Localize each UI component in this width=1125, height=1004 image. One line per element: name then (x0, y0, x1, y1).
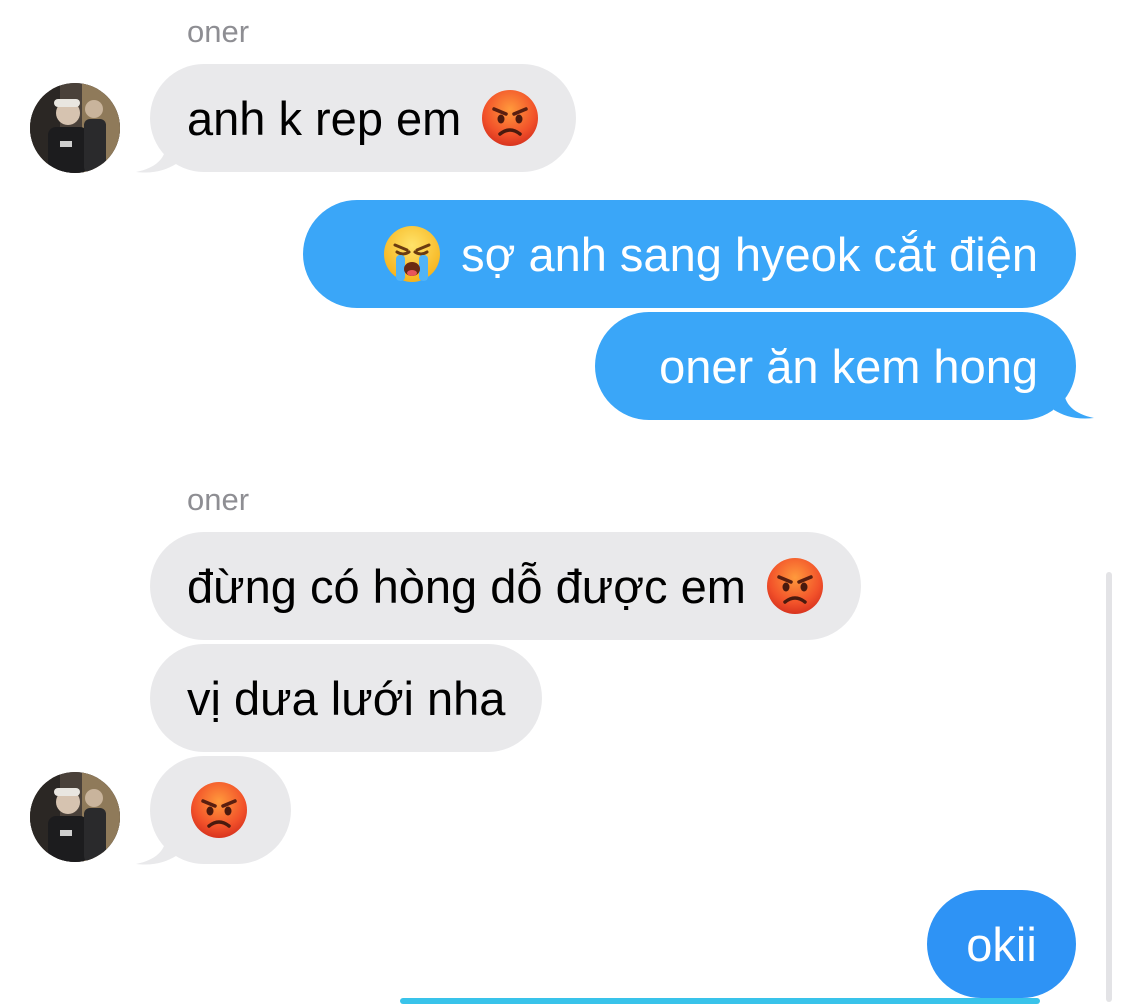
message-text: đừng có hòng dỗ được em (187, 559, 746, 613)
message-bubble-incoming[interactable]: vị dưa lưới nha (150, 644, 543, 752)
message-text: sợ anh sang hyeok cắt điện (461, 227, 1038, 281)
scrollbar[interactable] (1106, 572, 1112, 1002)
pouting-face-icon (190, 781, 248, 839)
message-text: oner ăn kem hong (659, 339, 1038, 393)
avatar[interactable] (30, 83, 120, 173)
message-text: anh k rep em (187, 91, 462, 145)
pouting-face-icon (481, 89, 539, 147)
avatar[interactable] (30, 772, 120, 862)
sender-name: oner (187, 14, 250, 49)
message-bubble-incoming[interactable]: đừng có hòng dỗ được em (150, 532, 861, 640)
next-message-bubble-edge (400, 998, 1040, 1004)
bubble-tail (136, 144, 176, 173)
message-bubble-outgoing[interactable]: oner ăn kem hong (595, 312, 1076, 420)
message-text: vị dưa lưới nha (187, 671, 506, 725)
sender-name: oner (187, 482, 250, 517)
avatar-photo-icon (30, 772, 120, 862)
message-text: okii (966, 917, 1037, 971)
bubble-tail (136, 836, 176, 865)
avatar-photo-icon (30, 83, 120, 173)
message-bubble-outgoing[interactable]: sợ anh sang hyeok cắt điện (303, 200, 1076, 308)
message-bubble-outgoing[interactable]: okii (927, 890, 1076, 998)
pouting-face-icon (766, 557, 824, 615)
bubble-tail (1054, 390, 1094, 419)
loudly-crying-face-icon (383, 225, 441, 283)
message-bubble-incoming[interactable]: anh k rep em (150, 64, 577, 172)
